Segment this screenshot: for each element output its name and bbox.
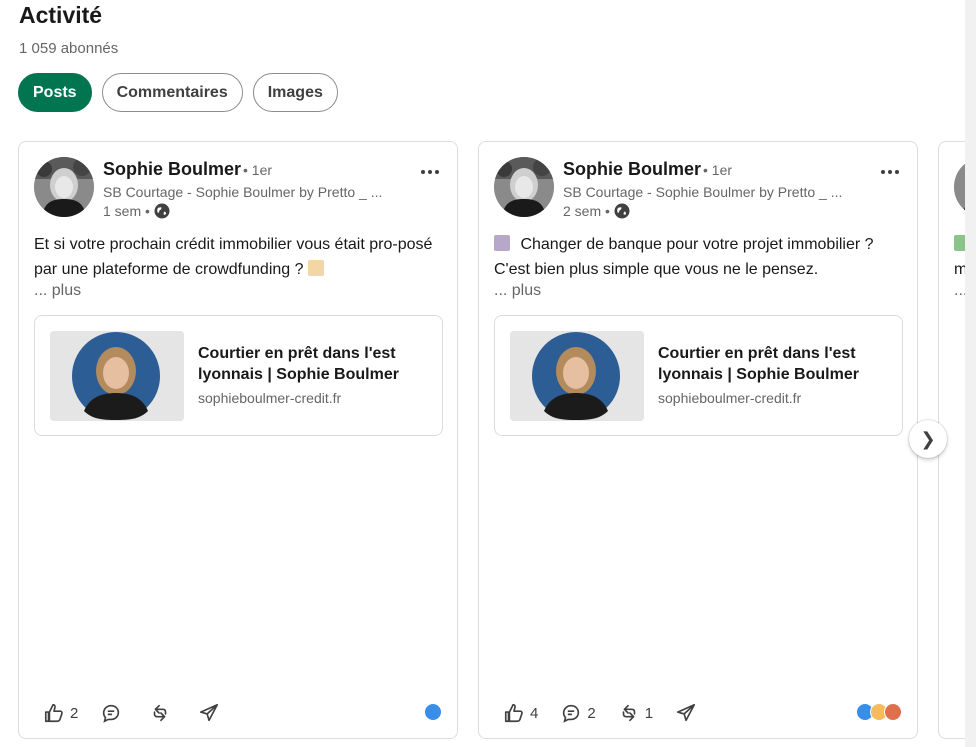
reaction-summary[interactable]	[856, 703, 902, 721]
post-time: 2 sem •	[563, 203, 610, 219]
post-text-content: Et si votre prochain crédit immobilier v…	[34, 236, 433, 278]
author-name[interactable]: Sophie Boulmer	[563, 159, 701, 180]
link-title: Courtier en prêt dans l'est lyonnais | S…	[198, 345, 399, 383]
thumbs-up-icon	[44, 703, 63, 723]
followers-count: 1 059 abonnés	[19, 40, 119, 57]
post-meta: 2 sem •	[563, 203, 630, 219]
bank-emoji-icon	[494, 235, 510, 251]
link-preview-card[interactable]: Courtier en prêt dans l'est lyonnais | S…	[494, 315, 903, 436]
more-options-button[interactable]	[878, 162, 902, 182]
globe-icon	[154, 203, 170, 219]
comment-icon	[563, 704, 580, 723]
repost-button[interactable]	[149, 702, 176, 724]
reaction-summary[interactable]	[424, 703, 442, 721]
globe-icon	[614, 203, 630, 219]
post-card: Sophie Boulmer • 1er SB Courtage - Sophi…	[478, 141, 918, 739]
author-avatar[interactable]	[34, 157, 94, 217]
connection-degree: • 1er	[243, 162, 273, 178]
like-button[interactable]: 2	[43, 702, 78, 724]
post-text: Et si votre prochain crédit immobilier v…	[34, 232, 444, 282]
send-button[interactable]	[198, 702, 220, 724]
chart-emoji-icon	[307, 260, 324, 276]
send-button[interactable]	[675, 702, 697, 724]
more-options-button[interactable]	[418, 162, 442, 182]
post-card: Sophie Boulmer • 1er SB Courtage - Sophi…	[18, 141, 458, 739]
like-count: 2	[70, 704, 79, 722]
post-meta: 1 sem •	[103, 203, 170, 219]
carousel-next-button[interactable]: ❯	[909, 420, 947, 458]
chevron-right-icon: ❯	[920, 428, 936, 449]
posts-carousel: Sophie Boulmer • 1er SB Courtage - Sophi…	[18, 141, 976, 739]
comment-button[interactable]	[100, 702, 127, 724]
filter-images-button[interactable]: Images	[252, 73, 338, 112]
comment-button[interactable]: 2	[560, 702, 596, 724]
link-domain: sophieboulmer-credit.fr	[198, 390, 342, 406]
post-actions: 4 2 1	[503, 702, 719, 724]
link-title: Courtier en prêt dans l'est lyonnais | S…	[658, 345, 859, 383]
repost-button[interactable]: 1	[618, 702, 653, 724]
like-reaction-icon	[424, 703, 442, 721]
link-domain: sophieboulmer-credit.fr	[658, 390, 802, 406]
thumbs-up-icon	[504, 703, 523, 723]
author-headline: SB Courtage - Sophie Boulmer by Pretto _…	[103, 184, 383, 200]
see-more-link[interactable]: ... plus	[494, 282, 541, 300]
send-icon	[200, 703, 219, 722]
link-thumbnail	[510, 331, 644, 421]
filter-posts-button[interactable]: Posts	[18, 73, 92, 112]
link-thumbnail	[50, 331, 184, 421]
comment-icon	[103, 704, 120, 723]
connection-degree: • 1er	[703, 162, 733, 178]
author-info: Sophie Boulmer • 1er	[563, 159, 732, 180]
section-title: Activité	[19, 2, 103, 28]
author-info: Sophie Boulmer • 1er	[103, 159, 272, 180]
author-avatar[interactable]	[494, 157, 554, 217]
like-button[interactable]: 4	[503, 702, 538, 724]
author-name[interactable]: Sophie Boulmer	[103, 159, 241, 180]
post-time: 1 sem •	[103, 203, 150, 219]
page-scrollbar[interactable]	[965, 0, 976, 747]
post-actions: 2	[43, 702, 242, 724]
post-text: Changer de banque pour votre projet immo…	[494, 232, 904, 282]
repost-icon	[154, 704, 167, 722]
author-headline: SB Courtage - Sophie Boulmer by Pretto _…	[563, 184, 843, 200]
like-count: 4	[530, 704, 539, 722]
see-more-link[interactable]: ... plus	[34, 282, 81, 300]
activity-filters: Posts Commentaires Images	[18, 73, 338, 112]
filter-comments-button[interactable]: Commentaires	[101, 73, 243, 112]
repost-count: 1	[644, 704, 654, 722]
post-text-content: Changer de banque pour votre projet immo…	[494, 236, 874, 278]
comment-count: 2	[587, 704, 596, 722]
link-preview-card[interactable]: Courtier en prêt dans l'est lyonnais | S…	[34, 315, 443, 436]
send-icon	[676, 703, 696, 722]
repost-icon	[622, 704, 636, 722]
love-reaction-icon	[884, 703, 902, 721]
